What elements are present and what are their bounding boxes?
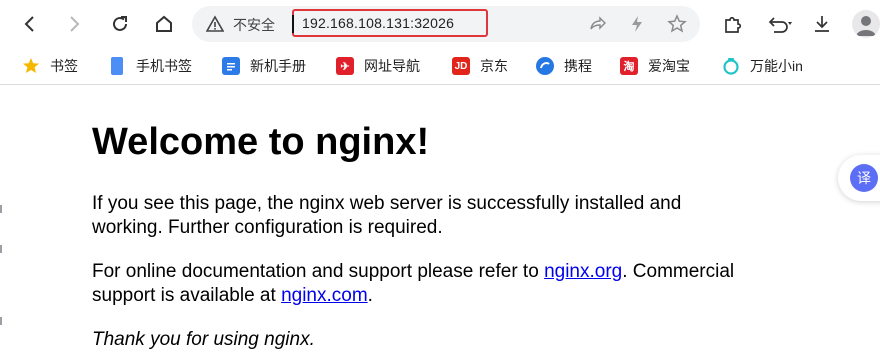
- phone-icon: [111, 57, 123, 75]
- bookmark-label: 京东: [480, 58, 508, 74]
- profile-avatar[interactable]: [852, 10, 880, 38]
- bookmark-label: 携程: [564, 58, 592, 74]
- back-button[interactable]: [14, 8, 46, 40]
- bookmark-item[interactable]: 新机手册: [222, 56, 306, 76]
- star-icon: [22, 57, 40, 75]
- edge-marker: [0, 317, 2, 325]
- text-cursor: [292, 15, 294, 33]
- bookmark-label: 网址导航: [364, 58, 420, 74]
- bookmark-item[interactable]: 携程: [536, 56, 592, 76]
- extensions-button[interactable]: [716, 8, 748, 40]
- bookmark-item[interactable]: 书签: [22, 56, 78, 76]
- back-arrow-icon: [24, 16, 34, 32]
- translate-icon: 译: [850, 164, 878, 192]
- site-nav-icon: ✈: [336, 57, 354, 75]
- security-status-label[interactable]: 不安全: [233, 15, 275, 35]
- forward-button[interactable]: [58, 8, 90, 40]
- bookmark-item[interactable]: 万能小in: [722, 56, 803, 76]
- undo-arrow-icon: [768, 17, 792, 33]
- puzzle-icon: [725, 16, 742, 33]
- edge-marker: [0, 245, 2, 253]
- download-button[interactable]: [806, 8, 838, 40]
- bookmark-item[interactable]: 淘 爱淘宝: [620, 56, 690, 76]
- intro-paragraph: If you see this page, the nginx web serv…: [92, 193, 682, 238]
- support-paragraph: For online documentation and support ple…: [92, 260, 742, 308]
- support-text-prefix: For online documentation and support ple…: [92, 261, 545, 282]
- bookmark-item[interactable]: ✈ 网址导航: [336, 56, 420, 76]
- page-title: Welcome to nginx!: [92, 121, 430, 163]
- address-bar[interactable]: 不安全 192.168.108.131:32026: [192, 6, 700, 42]
- forward-arrow-icon: [70, 16, 80, 32]
- bookmarks-bar: 书签 手机书签 新机手册 ✈ 网址导航 JD 京东 携程 淘 爱淘宝 万能小in: [0, 48, 880, 85]
- user-avatar-icon: [856, 16, 876, 36]
- nginx-org-link[interactable]: nginx.org: [544, 261, 622, 282]
- bookmark-label: 书签: [50, 58, 78, 74]
- bookmark-label: 万能小in: [750, 58, 803, 74]
- bookmark-label: 手机书签: [136, 58, 192, 74]
- support-text-suffix: .: [367, 285, 373, 306]
- ctrip-icon: [536, 57, 554, 75]
- thank-you-paragraph: Thank you for using nginx.: [92, 329, 315, 350]
- nginx-com-link[interactable]: nginx.com: [281, 285, 368, 306]
- translate-button[interactable]: 译: [838, 155, 880, 201]
- wanneng-icon: [722, 57, 740, 75]
- jd-icon: JD: [452, 57, 470, 75]
- bookmark-label: 爱淘宝: [648, 58, 690, 74]
- bookmark-item[interactable]: 手机书签: [108, 56, 192, 76]
- reload-icon: [113, 16, 127, 31]
- download-icon: [815, 16, 829, 32]
- book-icon: [222, 57, 240, 75]
- url-highlight-box: 192.168.108.131:32026: [292, 9, 488, 37]
- star-bookmark-icon[interactable]: [667, 14, 687, 34]
- url-text[interactable]: 192.168.108.131:32026: [302, 15, 454, 31]
- history-undo-button[interactable]: [760, 8, 800, 40]
- share-icon[interactable]: [587, 14, 607, 34]
- bookmark-label: 新机手册: [250, 58, 306, 74]
- bookmark-item[interactable]: JD 京东: [452, 56, 508, 76]
- edge-marker: [0, 205, 2, 213]
- browser-toolbar: 不安全 192.168.108.131:32026: [0, 0, 880, 48]
- page-content: Welcome to nginx! If you see this page, …: [0, 85, 880, 356]
- taobao-icon: 淘: [620, 57, 638, 75]
- home-button[interactable]: [148, 8, 180, 40]
- reload-button[interactable]: [104, 8, 136, 40]
- home-icon: [156, 15, 172, 32]
- lightning-icon[interactable]: [627, 14, 647, 34]
- warning-triangle-icon: [206, 15, 224, 32]
